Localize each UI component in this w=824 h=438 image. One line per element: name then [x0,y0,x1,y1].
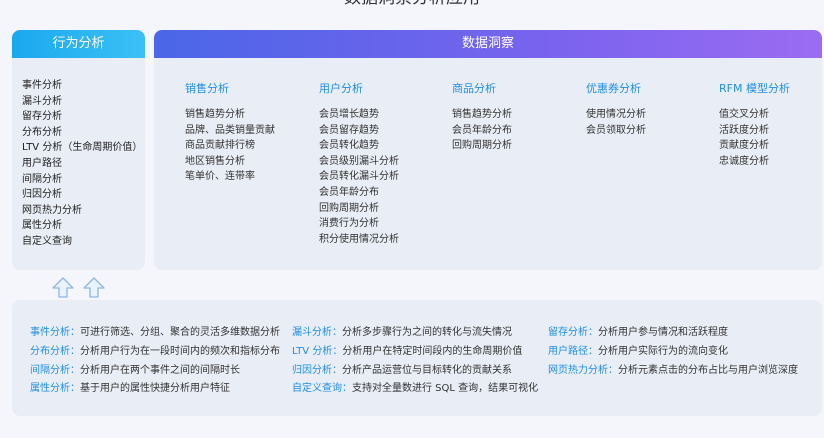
rfm-analysis-column: RFM 模型分析 值交叉分析 活跃度分析 贡献度分析 忠诚度分析 [719,80,790,169]
column-title: 销售分析 [185,82,229,95]
column-title: 优惠券分析 [586,82,641,95]
list-item: 会员增长趋势 [319,109,379,120]
list-item: 商品贡献排行榜 [185,140,255,152]
list-item: 笔单价、连带率 [185,171,255,183]
sales-analysis-column: 销售分析 销售趋势分析 品牌、品类销量贡献 商品贡献排行榜 地区销售分析 笔单价… [185,80,275,185]
list-item: 会员级别漏斗分析 [319,155,399,167]
list-item: 留存分析 [22,111,62,123]
list-item: 会员领取分析 [586,124,646,136]
list-item: 会员转化漏斗分析 [319,171,399,183]
description-item: 属性分析：基于用户的属性快捷分析用户特征 [30,383,230,394]
list-item: 漏斗分析 [22,95,62,107]
description-item: 事件分析：可进行筛选、分组、聚合的灵活多维数据分析 [30,327,280,338]
list-item: 销售趋势分析 [452,109,512,120]
list-item: 会员年龄分布 [452,124,512,136]
list-item: 消费行为分析 [319,218,379,230]
column-title: RFM 模型分析 [719,82,790,95]
behavior-analysis-header: 行为分析 [12,30,145,58]
behavior-analysis-list: 事件分析 漏斗分析 留存分析 分布分析 LTV 分析（生命周期价值） 用户路径 … [22,78,142,250]
column-title: 用户分析 [319,82,363,95]
column-title: 商品分析 [452,82,496,95]
list-item: 属性分析 [22,220,62,232]
up-arrow-icon [83,277,105,298]
list-item: 会员留存趋势 [319,124,379,136]
list-item: 自定义查询 [22,235,72,247]
list-item: 活跃度分析 [719,124,769,136]
list-item: 归因分析 [22,189,62,201]
description-item: 分布分析：分析用户行为在一段时间内的频次和指标分布 [30,346,280,357]
list-item: 积分使用情况分析 [319,233,399,245]
list-item: 用户路径 [22,157,62,169]
description-item: 用户路径：分析用户实际行为的流向变化 [548,346,728,357]
list-item: LTV 分析（生命周期价值） [22,142,143,154]
list-item: 值交叉分析 [719,109,769,120]
diagram-title: 数据洞察分析应用 [0,0,824,8]
list-item: 会员转化趋势 [319,140,379,152]
list-item: 贡献度分析 [719,140,769,152]
list-item: 品牌、品类销量贡献 [185,124,275,136]
product-analysis-column: 商品分析 销售趋势分析 会员年龄分布 回购周期分析 [452,80,512,154]
list-item: 事件分析 [22,80,62,91]
user-analysis-column: 用户分析 会员增长趋势 会员留存趋势 会员转化趋势 会员级别漏斗分析 会员转化漏… [319,80,399,247]
list-item: 回购周期分析 [319,202,379,214]
description-item: 归因分析：分析产品运营位与目标转化的贡献关系 [292,365,512,376]
description-item: 漏斗分析：分析多步骤行为之间的转化与流失情况 [292,327,512,338]
description-item: 间隔分析：分析用户在两个事件之间的间隔时长 [30,365,240,376]
description-item: LTV 分析：分析用户在特定时间段内的生命周期价值 [292,346,523,357]
list-item: 回购周期分析 [452,140,512,152]
list-item: 网页热力分析 [22,204,82,216]
list-item: 忠诚度分析 [719,155,769,167]
up-arrow-icon [52,277,74,298]
data-insight-header: 数据洞察 [154,30,822,58]
list-item: 地区销售分析 [185,155,245,167]
description-item: 自定义查询：支持对全量数进行 SQL 查询，结果可视化 [292,383,539,394]
list-item: 销售趋势分析 [185,109,245,120]
description-item: 网页热力分析：分析元素点击的分布占比与用户浏览深度 [548,365,798,376]
list-item: 使用情况分析 [586,109,646,120]
description-item: 留存分析：分析用户参与情况和活跃程度 [548,327,728,338]
coupon-analysis-column: 优惠券分析 使用情况分析 会员领取分析 [586,80,646,138]
list-item: 会员年龄分布 [319,186,379,198]
list-item: 分布分析 [22,126,62,138]
list-item: 间隔分析 [22,173,62,185]
